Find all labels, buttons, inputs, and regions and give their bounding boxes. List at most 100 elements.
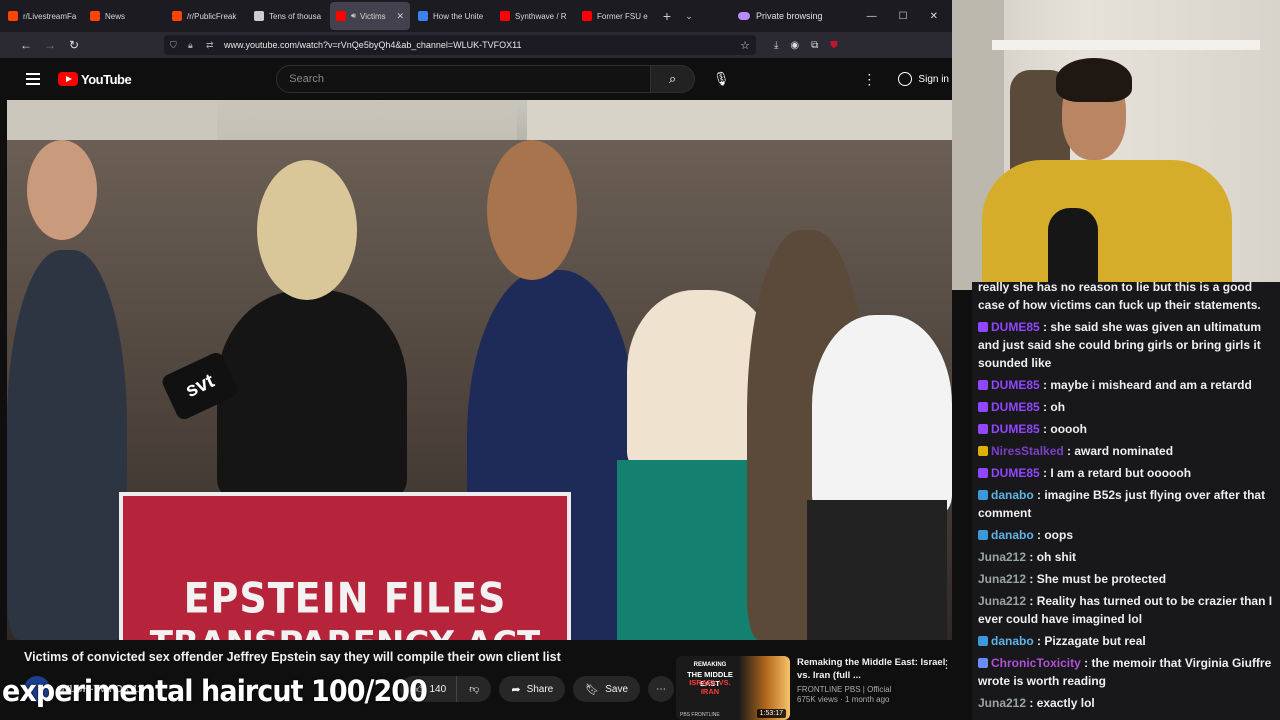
- url-text[interactable]: www.youtube.com/watch?v=rVnQe5byQh4&ab_c…: [224, 40, 521, 50]
- chat-message: really she has no reason to lie but this…: [978, 282, 1280, 314]
- webcam-shelf: [992, 40, 1260, 50]
- podium-sign-line1: EPSTEIN FILES: [183, 573, 507, 623]
- permissions-icon[interactable]: ⇄: [206, 40, 218, 51]
- dislike-button[interactable]: 👎︎: [456, 676, 492, 702]
- chat-message: DUME85 : oh: [978, 398, 1280, 416]
- chat-username[interactable]: danabo: [991, 488, 1034, 502]
- chat-username[interactable]: danabo: [991, 528, 1034, 542]
- recommended-thumbnail[interactable]: REMAKING THE MIDDLE EAST ISRAEL VS. IRAN…: [676, 656, 790, 720]
- save-button[interactable]: 🔖︎ Save: [573, 676, 641, 702]
- person-head: [257, 160, 357, 300]
- recommended-kebab-icon[interactable]: ⋮: [941, 658, 952, 671]
- voice-search-button[interactable]: 🎙︎: [707, 65, 735, 93]
- chat-badge-icon: [978, 490, 988, 500]
- tab-list-button[interactable]: ⌄: [678, 11, 700, 22]
- search-button[interactable]: ⌕: [651, 65, 696, 93]
- close-window-icon[interactable]: ✕: [930, 11, 938, 22]
- extensions-icon[interactable]: ⧉: [811, 40, 818, 51]
- browser-tab[interactable]: Former FSU e: [576, 2, 656, 30]
- browser-tab[interactable]: News: [84, 2, 164, 30]
- recommended-video[interactable]: REMAKING THE MIDDLE EAST ISRAEL VS. IRAN…: [676, 656, 952, 720]
- chat-separator: :: [1033, 528, 1045, 542]
- lock-icon[interactable]: 🔒︎: [188, 40, 200, 51]
- chat-text: She must be protected: [1036, 572, 1167, 586]
- chat-separator: :: [1026, 696, 1037, 710]
- browser-tab[interactable]: Synthwave / R: [494, 2, 574, 30]
- shield-icon[interactable]: ⛉: [170, 40, 182, 51]
- chat-username[interactable]: DUME85: [991, 320, 1040, 334]
- chat-message: danabo : imagine B52s just flying over a…: [978, 486, 1280, 522]
- webcam-feed: [952, 0, 1280, 290]
- back-icon[interactable]: ←: [14, 38, 38, 52]
- maximize-icon[interactable]: ☐: [899, 11, 908, 22]
- download-icon[interactable]: ⤓: [774, 40, 778, 51]
- private-browsing-label: Private browsing: [756, 11, 823, 21]
- forward-icon[interactable]: →: [38, 38, 62, 52]
- woman-black-dress: [217, 290, 407, 500]
- browser-tab[interactable]: 🔊︎ Victims ✕: [330, 2, 410, 30]
- sign-in-label: Sign in: [918, 73, 949, 85]
- chat-username[interactable]: DUME85: [991, 400, 1040, 414]
- recommended-channel[interactable]: FRONTLINE PBS | Official: [797, 685, 947, 694]
- streamer-hair: [1056, 58, 1132, 102]
- youtube-logo[interactable]: YouTube: [58, 72, 132, 87]
- browser-tab[interactable]: How the Unite: [412, 2, 492, 30]
- speaker-icon[interactable]: 🔊︎: [351, 11, 356, 21]
- browser-tab[interactable]: /r/PublicFreak: [166, 2, 246, 30]
- account-icon[interactable]: ◉: [790, 40, 799, 51]
- chat-username[interactable]: Juna212: [978, 594, 1026, 608]
- chat-username[interactable]: DUME85: [991, 422, 1040, 436]
- browser-tab[interactable]: r/LivestreamFa: [2, 2, 82, 30]
- doc-icon: [418, 11, 428, 21]
- chat-username[interactable]: NiresStalked: [991, 444, 1064, 458]
- browser-tab-label: /r/PublicFreak: [187, 11, 237, 21]
- bookmark-star-icon[interactable]: ☆: [740, 39, 750, 52]
- chat-message: DUME85 : I am a retard but oooooh: [978, 464, 1280, 482]
- chat-username[interactable]: Juna212: [978, 572, 1026, 586]
- chat-badge-icon: [978, 402, 988, 412]
- new-tab-button[interactable]: +: [656, 8, 678, 24]
- recommended-title[interactable]: Remaking the Middle East: Israel vs. Ira…: [797, 656, 947, 682]
- tab-strip: r/LivestreamFa News/r/PublicFreak Tens of …: [0, 2, 656, 30]
- video-player[interactable]: svt EPSTEIN FILES TRANSPARENCY ACT: [7, 100, 952, 640]
- search-input[interactable]: Search: [276, 65, 652, 93]
- teal-skirt: [617, 460, 767, 640]
- more-actions-button[interactable]: ⋯: [648, 676, 675, 702]
- chat-separator: :: [1026, 550, 1037, 564]
- browser-tab[interactable]: Tens of thousa: [248, 2, 328, 30]
- menu-icon[interactable]: [26, 73, 40, 85]
- more-horizontal-icon: ⋯: [656, 683, 667, 695]
- chat-message: NiresStalked : award nominated: [978, 442, 1280, 460]
- chat-text: really she has no reason to lie but this…: [978, 282, 1261, 312]
- chat-username[interactable]: danabo: [991, 634, 1034, 648]
- chat-username[interactable]: Juna212: [978, 550, 1026, 564]
- chat-separator: :: [1039, 422, 1051, 436]
- minimize-icon[interactable]: —: [867, 11, 877, 22]
- private-browsing-indicator: Private browsing: [738, 11, 823, 21]
- microphone-icon: 🎙︎: [712, 71, 730, 86]
- chat-message: ChronicToxicity : the memoir that Virgin…: [978, 654, 1280, 690]
- ublock-icon[interactable]: ⛊: [830, 40, 838, 51]
- podium-sign-line2: TRANSPARENCY ACT: [123, 624, 567, 640]
- chat-message: Juna212 : Reality has turned out to be c…: [978, 592, 1280, 628]
- sign-in-button[interactable]: Sign in: [898, 72, 949, 86]
- chat-separator: :: [1039, 400, 1051, 414]
- youtube-icon: [500, 11, 510, 21]
- thumb-text-3: ISRAEL VS. IRAN: [689, 678, 731, 696]
- chat-text: I am a retard but oooooh: [1050, 466, 1192, 480]
- reload-icon[interactable]: ↻: [62, 38, 86, 52]
- share-button[interactable]: ➦ Share: [499, 676, 566, 702]
- chat-text: exactly lol: [1036, 696, 1095, 710]
- close-tab-icon[interactable]: ✕: [396, 11, 404, 22]
- chat-separator: :: [1039, 378, 1051, 392]
- chat-username[interactable]: DUME85: [991, 466, 1040, 480]
- chat-username[interactable]: Juna212: [978, 696, 1026, 710]
- settings-kebab-icon[interactable]: ⋮: [862, 71, 876, 88]
- url-bar[interactable]: ⛉ 🔒︎ ⇄ www.youtube.com/watch?v=rVnQe5byQ…: [164, 35, 756, 55]
- chat-message: Juna212 : She must be protected: [978, 570, 1280, 588]
- browser-tab-label: Synthwave / R: [515, 11, 567, 21]
- browser-nav-bar: ← → ↻ ⛉ 🔒︎ ⇄ www.youtube.com/watch?v=rVn…: [0, 32, 952, 58]
- chat-separator: :: [1039, 320, 1051, 334]
- chat-username[interactable]: ChronicToxicity: [991, 656, 1081, 670]
- chat-username[interactable]: DUME85: [991, 378, 1040, 392]
